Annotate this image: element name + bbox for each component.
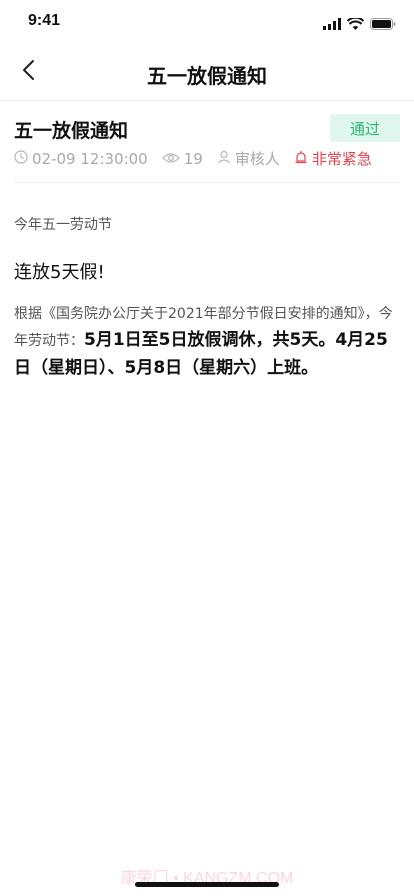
datetime-text: 02-09 12:30:00: [32, 149, 148, 168]
content-paragraph: 根据《国务院办公厅关于2021年部分节假日安排的通知》，今年劳动节：5月1日至5…: [14, 302, 400, 382]
status-time: 9:41: [28, 12, 61, 29]
status-bar: 9:41: [0, 0, 414, 44]
wifi-icon: [346, 15, 365, 34]
eye-icon: [161, 150, 184, 168]
alarm-icon: [294, 150, 312, 168]
content-line-1: 今年五一劳动节: [14, 217, 112, 233]
urgency-label: 非常紧急: [311, 150, 372, 168]
notice-header: 五一放假通知 通过 02-09 12:30:00 19 审核人 非常紧急: [14, 112, 400, 183]
status-badge: 通过: [330, 114, 400, 142]
meta-urgency: 非常紧急: [294, 148, 372, 169]
meta-views: 19: [161, 149, 203, 168]
battery-icon: [370, 15, 396, 34]
meta-reviewer: 审核人: [217, 148, 280, 169]
page-title: 五一放假通知: [147, 64, 267, 88]
status-icons: [323, 15, 396, 34]
user-icon: [217, 150, 235, 168]
meta-row: 02-09 12:30:00 19 审核人 非常紧急: [14, 148, 386, 169]
clock-icon: [14, 149, 32, 168]
signal-icon: [323, 15, 341, 34]
reviewer-label: 审核人: [234, 150, 280, 168]
content-line-2: 连放5天假!: [14, 262, 105, 283]
notice-content: 今年五一劳动节 连放5天假! 根据《国务院办公厅关于2021年部分节假日安排的通…: [14, 214, 400, 382]
meta-datetime: 02-09 12:30:00: [14, 150, 148, 168]
home-indicator: [135, 882, 279, 887]
views-count: 19: [183, 149, 203, 168]
navigation-bar: 五一放假通知: [0, 44, 414, 101]
notice-title: 五一放假通知: [14, 120, 129, 142]
